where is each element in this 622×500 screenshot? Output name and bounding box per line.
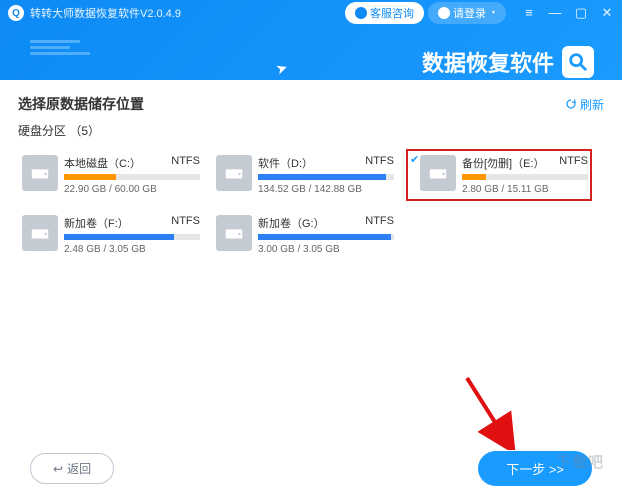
back-arrow-icon: ↩ [53,462,63,476]
titlebar: Q 转转大师数据恢复软件V2.0.4.9 客服咨询 请登录 ▼ ≡ — ▢ ✕ [0,0,622,26]
back-button[interactable]: ↩ 返回 [30,453,114,484]
partition-name: 本地磁盘（C:） [64,155,141,171]
menu-button[interactable]: ≡ [522,5,536,21]
partition-size: 2.48 GB / 3.05 GB [64,244,200,255]
partition-item[interactable]: 新加卷（G:） NTFS 3.00 GB / 3.05 GB [212,209,398,261]
partition-size: 22.90 GB / 60.00 GB [64,184,200,195]
maximize-button[interactable]: ▢ [574,5,588,21]
back-label: 返回 [67,460,91,477]
refresh-icon [565,98,577,110]
header: Q 转转大师数据恢复软件V2.0.4.9 客服咨询 请登录 ▼ ≡ — ▢ ✕ … [0,0,622,80]
usage-bar [258,234,394,240]
partition-count-label: 硬盘分区 （5） [18,122,604,139]
header-decoration [30,40,100,70]
banner-title: 数据恢复软件 [422,46,554,78]
partition-fs: NTFS [171,215,200,231]
partition-fs: NTFS [365,155,394,171]
drive-icon [216,215,252,251]
partition-name: 新加卷（F:） [64,215,129,231]
section-title: 选择原数据储存位置 [18,94,144,114]
partition-name: 新加卷（G:） [258,215,325,231]
close-button[interactable]: ✕ [600,5,614,21]
annotation-arrow-icon [457,370,517,450]
partition-item[interactable]: 本地磁盘（C:） NTFS 22.90 GB / 60.00 GB [18,149,204,201]
usage-bar [64,174,200,180]
check-icon: ✔ [410,153,419,166]
banner: 数据恢复软件 [422,46,594,78]
drive-icon [216,155,252,191]
partition-size: 134.52 GB / 142.88 GB [258,184,394,195]
drive-icon [22,215,58,251]
app-logo-icon: Q [8,5,24,21]
customer-service-button[interactable]: 客服咨询 [345,2,424,24]
usage-bar [64,234,200,240]
magnifier-icon [562,46,594,78]
watermark: 下载吧 [556,451,604,472]
usage-bar [462,174,588,180]
partition-name: 备份[勿删]（E:） [462,155,545,171]
user-icon [438,7,450,19]
partition-size: 3.00 GB / 3.05 GB [258,244,394,255]
partition-item[interactable]: 新加卷（F:） NTFS 2.48 GB / 3.05 GB [18,209,204,261]
footer: ↩ 返回 下一步 >> [0,451,622,486]
minimize-button[interactable]: — [548,5,562,21]
cursor-icon: ➤ [273,59,290,79]
drive-icon [22,155,58,191]
refresh-label: 刷新 [580,96,604,113]
partition-list: 本地磁盘（C:） NTFS 22.90 GB / 60.00 GB 软件（D:） NTF… [18,149,604,261]
partition-item[interactable]: 软件（D:） NTFS 134.52 GB / 142.88 GB [212,149,398,201]
drive-icon [420,155,456,191]
partition-item[interactable]: ✔ 备份[勿删]（E:） NTFS 2.80 GB / 15.11 GB [406,149,592,201]
customer-service-label: 客服咨询 [370,5,414,21]
partition-size: 2.80 GB / 15.11 GB [462,184,588,195]
app-title: 转转大师数据恢复软件V2.0.4.9 [30,5,181,21]
login-button[interactable]: 请登录 ▼ [428,2,506,24]
content: 选择原数据储存位置 刷新 硬盘分区 （5） 本地磁盘（C:） NTFS 22.90 … [0,80,622,275]
partition-name: 软件（D:） [258,155,313,171]
usage-bar [258,174,394,180]
login-label: 请登录 [453,5,486,21]
headset-icon [355,7,367,19]
refresh-button[interactable]: 刷新 [565,96,604,113]
partition-fs: NTFS [559,155,588,171]
partition-fs: NTFS [365,215,394,231]
chevron-down-icon: ▼ [491,10,496,16]
partition-fs: NTFS [171,155,200,171]
